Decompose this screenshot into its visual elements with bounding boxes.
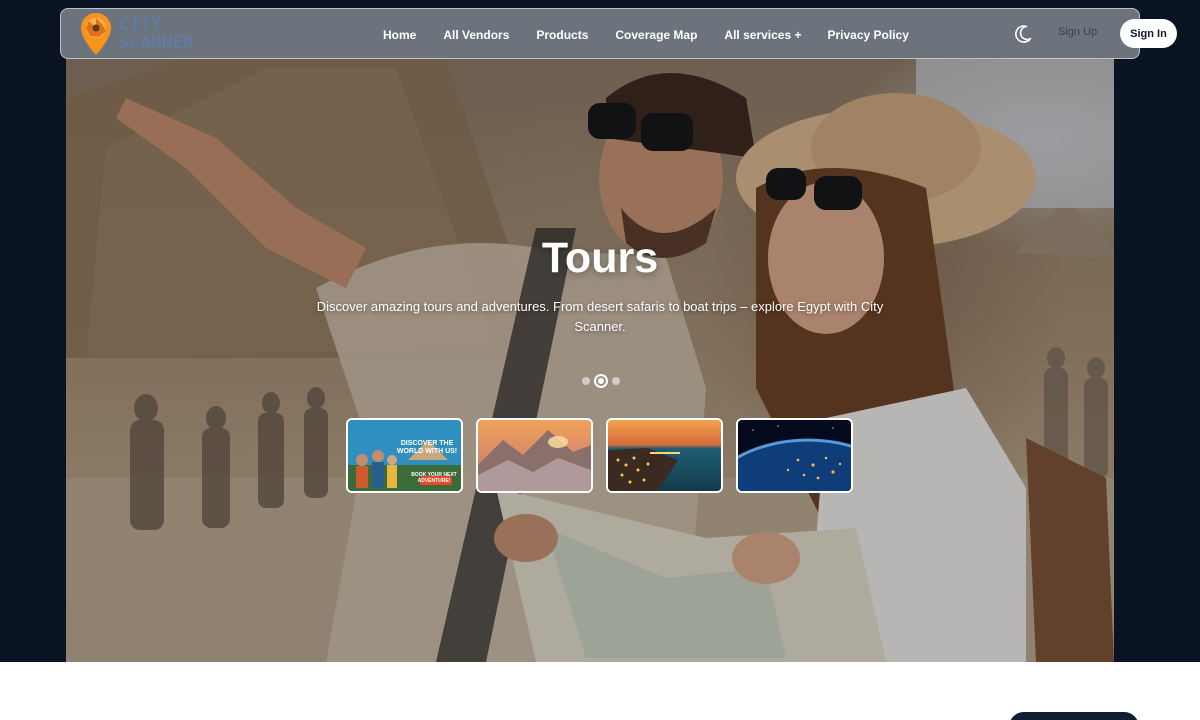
earth-from-space-image xyxy=(738,420,851,491)
nav-home[interactable]: Home xyxy=(383,28,416,42)
carousel-indicators xyxy=(580,374,622,388)
thumb-earth-from-space[interactable] xyxy=(736,418,853,493)
brand-logo[interactable]: CITY SCANNER xyxy=(79,11,194,57)
carousel-dot-1[interactable] xyxy=(582,377,590,385)
nav-privacy-policy[interactable]: Privacy Policy xyxy=(827,28,908,42)
thumb-coastal-city-night[interactable] xyxy=(606,418,723,493)
brand-line-1: CITY xyxy=(119,15,162,35)
hero-title: Tours xyxy=(541,234,659,282)
bottom-action-button[interactable] xyxy=(1009,712,1139,720)
sign-up-link[interactable]: Sign Up xyxy=(1058,26,1097,38)
nav-coverage-map[interactable]: Coverage Map xyxy=(615,28,697,42)
carousel-dot-2-active[interactable] xyxy=(594,374,608,388)
nav-all-vendors[interactable]: All Vendors xyxy=(443,28,509,42)
location-pin-camera-aperture-icon xyxy=(81,13,111,55)
hero-banner xyxy=(66,58,1114,662)
brand-line-2: SCANNER xyxy=(119,33,195,53)
coastal-city-image xyxy=(608,420,721,491)
navbar: CITY SCANNER Home All Vendors Products C… xyxy=(60,8,1177,60)
nav-links: Home All Vendors Products Coverage Map A… xyxy=(383,9,936,60)
mountain-sunset-image xyxy=(478,420,591,491)
brand-wordmark: CITY SCANNER xyxy=(119,16,194,52)
sign-in-button[interactable]: Sign In xyxy=(1120,19,1177,48)
nav-products[interactable]: Products xyxy=(536,28,588,42)
carousel-thumbnails: DISCOVER THE WORLD WITH US! BOOK YOUR NE… xyxy=(346,418,866,493)
hero-description: Discover amazing tours and adventures. F… xyxy=(316,299,884,334)
poster-headline: DISCOVER THE WORLD WITH US! xyxy=(396,440,458,455)
nav-all-services-dropdown[interactable]: All services + xyxy=(724,28,801,42)
carousel-dot-3[interactable] xyxy=(612,377,620,385)
poster-cta: BOOK YOUR NEXT ADVENTURE! xyxy=(411,472,457,484)
thumb-tour-poster[interactable]: DISCOVER THE WORLD WITH US! BOOK YOUR NE… xyxy=(346,418,463,493)
thumb-mountain-sunset[interactable] xyxy=(476,418,593,493)
hero-overlay xyxy=(66,58,1114,662)
moon-icon[interactable] xyxy=(1012,23,1034,45)
